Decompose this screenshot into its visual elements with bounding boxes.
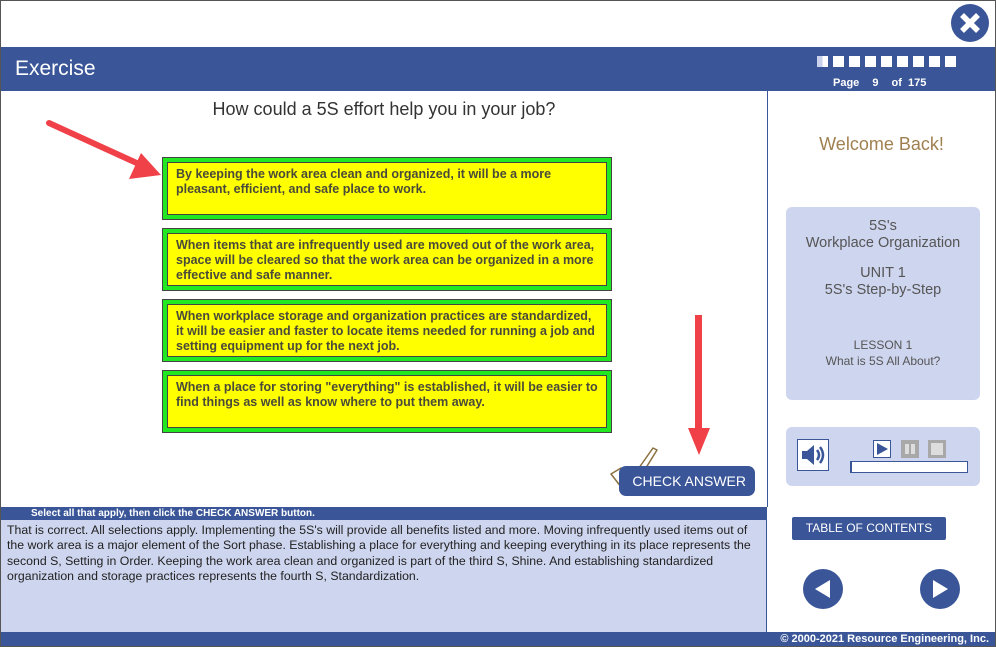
progress-segment — [929, 56, 940, 67]
page-indicator: Page 9 of 175 — [833, 77, 932, 89]
progress-segment — [833, 56, 844, 67]
progress-segment — [849, 56, 860, 67]
page-of-label: of — [891, 77, 902, 89]
previous-page-button[interactable] — [803, 569, 843, 609]
page-total: 175 — [908, 77, 927, 89]
table-of-contents-button[interactable]: TABLE OF CONTENTS — [792, 517, 946, 540]
instruction-bar: Select all that apply, then click the CH… — [1, 507, 767, 520]
play-icon — [877, 443, 888, 455]
unit-title: 5S's Step-by-Step — [824, 282, 942, 298]
progress-segment — [881, 56, 892, 67]
progress-segment — [945, 56, 956, 67]
page-title: Exercise — [15, 57, 96, 80]
progress-segment — [817, 56, 828, 67]
arrow-right-icon — [933, 580, 948, 598]
lesson-number: LESSON 1 — [853, 338, 913, 352]
copyright-text: © 2000-2021 Resource Engineering, Inc. — [780, 633, 989, 645]
speaker-button[interactable] — [797, 439, 829, 471]
stop-button[interactable] — [928, 440, 946, 458]
annotation-arrow-diagonal — [46, 120, 161, 179]
course-title: 5S's Workplace Organization — [786, 218, 980, 252]
close-x-icon — [960, 13, 980, 33]
progress-segment — [865, 56, 876, 67]
answer-option-4[interactable]: When a place for storing "everything" is… — [162, 370, 612, 433]
unit-number: UNIT 1 — [860, 265, 906, 281]
header-bar: Exercise Page 9 of 175 — [1, 47, 995, 91]
top-bar — [1, 1, 995, 47]
annotation-arrow-down — [688, 315, 710, 455]
arrow-left-icon — [815, 580, 830, 598]
answer-option-3[interactable]: When workplace storage and organization … — [162, 299, 612, 362]
answer-option-1[interactable]: By keeping the work area clean and organ… — [162, 157, 612, 220]
audio-progress-bar[interactable] — [850, 461, 968, 473]
welcome-message: Welcome Back! — [819, 134, 944, 154]
answer-option-text: By keeping the work area clean and organ… — [167, 162, 607, 215]
speaker-icon — [802, 445, 825, 465]
page-current: 9 — [872, 77, 879, 89]
answer-option-text: When items that are infrequently used ar… — [167, 233, 607, 286]
lesson-progress-indicator — [817, 56, 956, 67]
next-page-button[interactable] — [920, 569, 960, 609]
answer-option-text: When workplace storage and organization … — [167, 304, 607, 357]
pause-button[interactable] — [901, 440, 919, 458]
course-title-line2: Workplace Organization — [805, 235, 961, 251]
lesson-title: What is 5S All About? — [825, 354, 941, 368]
page-label: Page — [833, 77, 860, 89]
stop-icon — [931, 443, 943, 455]
footer-bar: © 2000-2021 Resource Engineering, Inc. — [1, 632, 995, 646]
answer-option-2[interactable]: When items that are infrequently used ar… — [162, 228, 612, 291]
close-button[interactable] — [951, 4, 989, 42]
sidebar: Welcome Back! 5S's Workplace Organizatio… — [768, 91, 995, 632]
progress-segment — [913, 56, 924, 67]
check-answer-button[interactable]: CHECK ANSWER — [619, 466, 755, 496]
exercise-area: How could a 5S effort help you in your j… — [1, 91, 768, 507]
course-title-line1: 5S's — [869, 218, 897, 234]
pause-icon — [905, 444, 915, 454]
feedback-text: That is correct. All selections apply. I… — [1, 520, 767, 632]
progress-segment — [897, 56, 908, 67]
play-button[interactable] — [873, 440, 891, 458]
unit-info: UNIT 1 5S's Step-by-Step — [786, 265, 980, 299]
course-info-card: 5S's Workplace Organization UNIT 1 5S's … — [786, 207, 980, 400]
lesson-info: LESSON 1 What is 5S All About? — [786, 337, 980, 369]
answer-option-text: When a place for storing "everything" is… — [167, 375, 607, 428]
audio-player — [786, 427, 980, 486]
